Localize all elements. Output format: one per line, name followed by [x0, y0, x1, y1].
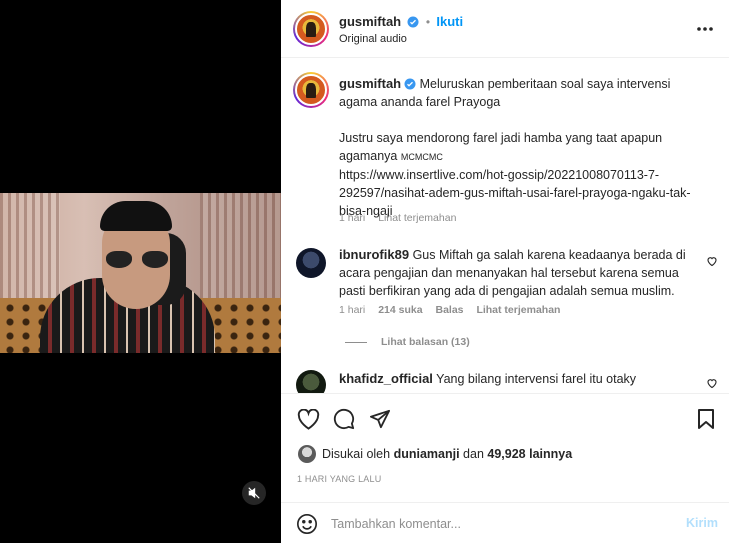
comment-item: ibnurofik89 Gus Miftah ga salah karena k… — [339, 246, 709, 300]
more-options-button[interactable] — [693, 18, 717, 40]
post-date[interactable]: 1 HARI YANG LALU — [297, 474, 381, 484]
commenter-avatar[interactable] — [296, 370, 326, 393]
comment-button[interactable] — [331, 406, 357, 432]
comment-time[interactable]: 1 hari — [339, 304, 365, 316]
caption-text-line1: Meluruskan pemberitaan soal saya interve… — [419, 77, 671, 91]
comments-list[interactable]: gusmiftah Meluruskan pemberitaan soal sa… — [281, 58, 729, 393]
heart-icon — [707, 257, 717, 267]
caption-translate-link[interactable]: Lihat terjemahan — [378, 212, 456, 224]
caption: gusmiftah Meluruskan pemberitaan soal sa… — [339, 75, 719, 220]
speaker-cap — [100, 201, 172, 231]
comment-bubble-icon — [333, 408, 355, 430]
share-button[interactable] — [367, 406, 393, 432]
caption-url-line2[interactable]: 292597/nasihat-adem-gus-miftah-usai-fare… — [339, 184, 719, 202]
video-frame[interactable] — [0, 193, 281, 353]
caption-author-avatar[interactable] — [293, 72, 329, 108]
speaker-sunglasses — [106, 251, 168, 269]
liked-by-and: dan — [463, 447, 484, 461]
comment-translate-link[interactable]: Lihat terjemahan — [476, 304, 560, 316]
view-replies-button[interactable]: Lihat balasan (13) — [381, 336, 470, 348]
caption-para2-line1: Justru saya mendorong farel jadi hamba y… — [339, 131, 663, 145]
heart-icon — [707, 379, 717, 389]
caption-meta: 1 hari Lihat terjemahan — [339, 212, 456, 224]
comment-like-button[interactable] — [706, 255, 718, 270]
liked-by-count[interactable]: 49,928 lainnya — [487, 447, 572, 461]
comment-item: khafidz_official Yang bilang intervensi … — [339, 370, 709, 388]
author-username[interactable]: gusmiftah — [339, 14, 401, 29]
liked-by-user[interactable]: duniamanji — [394, 447, 460, 461]
likes-summary: Disukai oleh duniamanji dan 49,928 lainn… — [322, 447, 572, 461]
comment-input[interactable] — [331, 513, 661, 535]
emoji-button[interactable] — [295, 512, 319, 536]
commenter-avatar[interactable] — [296, 248, 326, 278]
comment-text-line1: Yang bilang intervensi farel itu otaky — [436, 372, 637, 386]
comment-meta: 1 hari 214 suka Balas Lihat terjemahan — [339, 304, 560, 316]
author-line: gusmiftah • Ikuti — [339, 14, 463, 29]
caption-url-line1[interactable]: https://www.insertlive.com/hot-gossip/20… — [339, 166, 719, 184]
liked-by-prefix: Disukai oleh — [322, 447, 391, 461]
more-horizontal-icon — [697, 27, 713, 31]
post-header: gusmiftah • Ikuti Original audio — [281, 0, 729, 58]
heart-icon — [297, 408, 319, 430]
comment-username[interactable]: khafidz_official — [339, 371, 433, 386]
save-button[interactable] — [693, 406, 719, 432]
separator-dot: • — [425, 15, 431, 29]
caption-tag: MCMCMC — [400, 152, 443, 162]
post-actions: Disukai oleh duniamanji dan 49,928 lainn… — [281, 393, 729, 493]
comment-text-line2: acara pengajian dan menanyakan hal terse… — [339, 266, 679, 280]
original-audio-link[interactable]: Original audio — [339, 33, 407, 45]
paper-plane-icon — [369, 409, 390, 429]
caption-time[interactable]: 1 hari — [339, 212, 365, 224]
replies-divider — [345, 342, 367, 343]
post-side-panel: gusmiftah • Ikuti Original audio gusmift… — [281, 0, 729, 543]
author-avatar[interactable] — [293, 11, 329, 47]
follow-button[interactable]: Ikuti — [436, 14, 463, 29]
emoji-smiley-icon — [297, 514, 317, 534]
comment-text-line3: pasti berfikiran yang ada di pengajian a… — [339, 284, 675, 298]
bookmark-icon — [698, 409, 714, 429]
add-comment-bar: Kirim — [281, 502, 729, 543]
post-comment-button[interactable]: Kirim — [686, 516, 718, 530]
verified-badge-icon — [404, 78, 416, 90]
comment-like-button[interactable] — [706, 377, 718, 392]
caption-username[interactable]: gusmiftah — [339, 76, 401, 91]
like-button[interactable] — [295, 406, 321, 432]
caption-para2-line2: agamanya — [339, 149, 398, 163]
comment-reply-button[interactable]: Balas — [435, 304, 463, 316]
liker-avatar[interactable] — [298, 445, 316, 463]
verified-badge-icon — [407, 16, 419, 28]
muted-speaker-icon — [248, 487, 260, 499]
caption-text-line2: agama ananda farel Prayoga — [339, 95, 501, 109]
comment-text-line1: Gus Miftah ga salah karena keadaanya ber… — [412, 248, 686, 262]
video-player[interactable] — [0, 0, 281, 543]
mute-button[interactable] — [242, 481, 266, 505]
comment-username[interactable]: ibnurofik89 — [339, 247, 409, 262]
comment-likes[interactable]: 214 suka — [378, 304, 422, 316]
